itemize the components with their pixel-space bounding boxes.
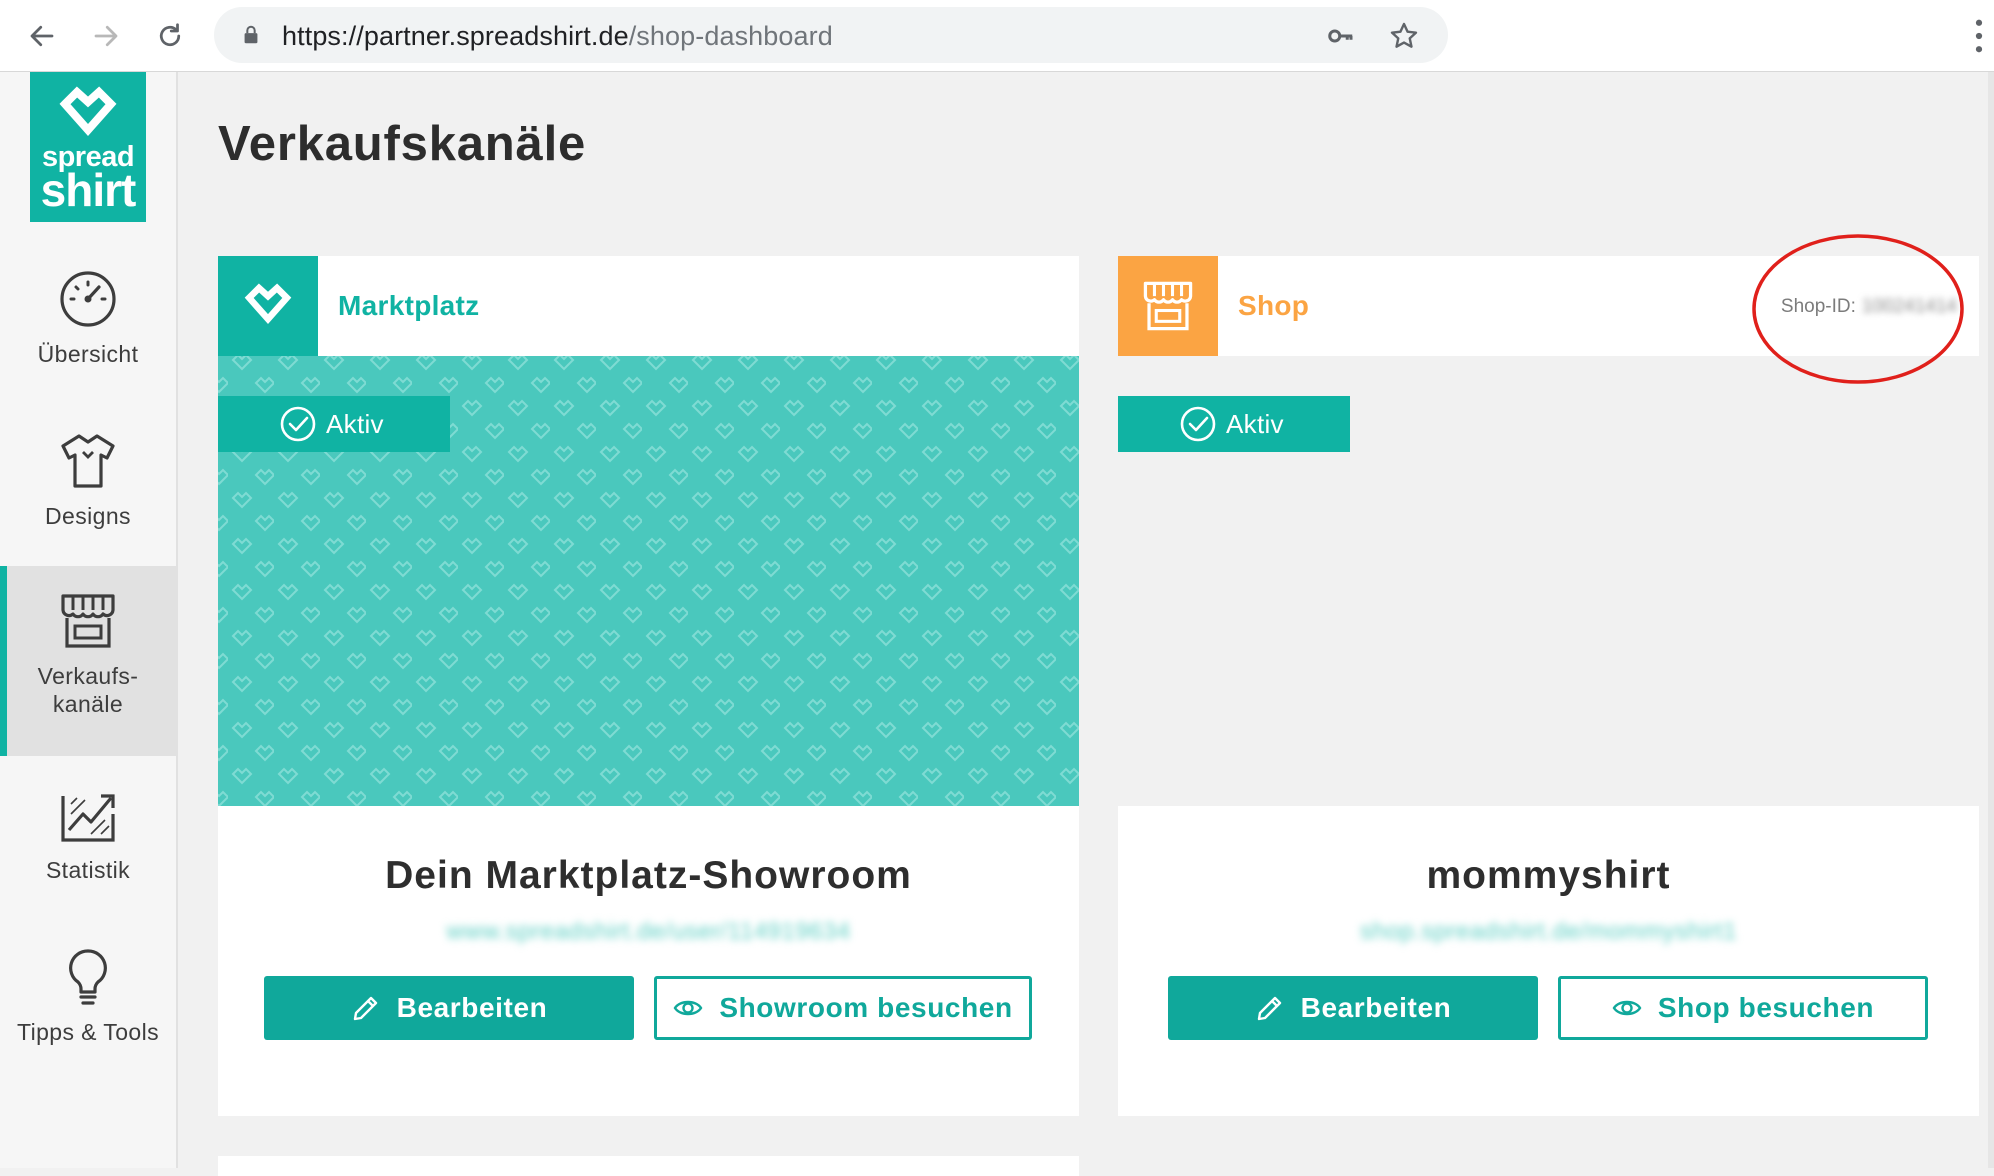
marketplace-card-body: Dein Marktplatz-Showroom www.spreadshirt…: [218, 806, 1079, 1116]
url-host: https://partner.spreadshirt.de: [282, 21, 629, 51]
marketplace-name: Dein Marktplatz-Showroom: [385, 854, 912, 897]
lightbulb-icon: [69, 949, 107, 1005]
back-button[interactable]: [20, 14, 64, 58]
marketplace-icon-box: [218, 256, 318, 356]
button-label: Shop besuchen: [1657, 992, 1875, 1023]
active-indicator: [0, 566, 7, 756]
scrollbar[interactable]: [1988, 72, 1994, 1168]
star-icon[interactable]: [1388, 20, 1420, 52]
next-card-edge: [218, 1156, 1079, 1176]
sidebar-item-verkaufskanaele[interactable]: Verkaufs- kanäle: [0, 566, 176, 756]
more-menu-icon[interactable]: [1972, 18, 1986, 54]
storefront-icon: [61, 594, 115, 648]
shop-name: mommyshirt: [1426, 854, 1671, 897]
sidebar-item-label: Designs: [45, 503, 131, 529]
marketplace-status-badge: Aktiv: [218, 396, 450, 452]
button-label: Bearbeiten: [396, 992, 548, 1023]
shop-icon-box: [1118, 256, 1218, 356]
spreadshirt-logo[interactable]: spread shirt: [30, 72, 146, 222]
browser-toolbar: https://partner.spreadshirt.de/shop-dash…: [0, 0, 1994, 72]
visit-shop-button[interactable]: Shop besuchen: [1558, 976, 1928, 1040]
pencil-icon: [1257, 996, 1281, 1021]
sidebar-item-label: Tipps & Tools: [17, 1019, 159, 1045]
visit-showroom-button[interactable]: Showroom besuchen: [654, 976, 1032, 1040]
shop-status-badge: Aktiv: [1118, 396, 1350, 452]
sidebar-item-label: Statistik: [45, 857, 131, 883]
sidebar-item-label: Verkaufs- kanäle: [37, 663, 139, 717]
marketplace-edit-button[interactable]: Bearbeiten: [264, 976, 634, 1040]
reload-icon: [159, 23, 181, 47]
forward-button[interactable]: [84, 14, 128, 58]
chart-icon: [61, 794, 115, 842]
annotation-circle: [1752, 234, 1964, 384]
speedometer-icon: [60, 271, 116, 327]
address-bar[interactable]: https://partner.spreadshirt.de/shop-dash…: [214, 7, 1448, 63]
shop-card-body: mommyshirt shop.spreadshirt.de/mommyshir…: [1118, 806, 1979, 1116]
eye-icon: [1612, 1000, 1642, 1016]
button-label: Bearbeiten: [1300, 992, 1452, 1023]
sidebar-item-label: Übersicht: [37, 341, 139, 367]
eye-icon: [673, 1000, 703, 1016]
sidebar-item-statistik[interactable]: Statistik: [0, 784, 176, 884]
heart-icon: [244, 283, 292, 325]
check-circle-icon: [1180, 406, 1216, 442]
storefront-icon: [1143, 281, 1193, 331]
sidebar-item-uebersicht[interactable]: Übersicht: [0, 268, 176, 368]
arrow-left-icon: [30, 25, 54, 47]
lock-icon: [244, 25, 258, 44]
sidebar-item-designs[interactable]: Designs: [0, 430, 176, 530]
url-path: /shop-dashboard: [628, 21, 833, 51]
marketplace-url[interactable]: www.spreadshirt.de/user/114919634: [218, 918, 1079, 946]
shop-url[interactable]: shop.spreadshirt.de/mommyshirt1: [1118, 918, 1979, 946]
sidebar-item-tipps-tools[interactable]: Tipps & Tools: [0, 946, 176, 1046]
url-text: https://partner.spreadshirt.de/shop-dash…: [282, 21, 833, 52]
shop-edit-button[interactable]: Bearbeiten: [1168, 976, 1538, 1040]
check-circle-icon: [280, 406, 316, 442]
pencil-icon: [353, 996, 377, 1021]
key-icon[interactable]: [1326, 21, 1356, 51]
marketplace-title: Marktplatz: [338, 290, 480, 321]
tshirt-icon: [61, 434, 115, 488]
shop-title: Shop: [1238, 290, 1310, 321]
status-text: Aktiv: [1226, 408, 1284, 439]
heart-logo-icon: [59, 86, 117, 137]
button-label: Showroom besuchen: [719, 992, 1013, 1023]
marketplace-card-header: Marktplatz: [218, 256, 1079, 356]
page-title: Verkaufskanäle: [218, 117, 587, 171]
sidebar: spread shirt Übersicht Designs Verkaufs-…: [0, 72, 178, 1168]
status-text: Aktiv: [326, 408, 384, 439]
logo-line2: shirt: [40, 164, 137, 217]
reload-button[interactable]: [148, 14, 192, 58]
arrow-right-icon: [94, 25, 118, 47]
logo-text: spread shirt: [40, 142, 137, 217]
